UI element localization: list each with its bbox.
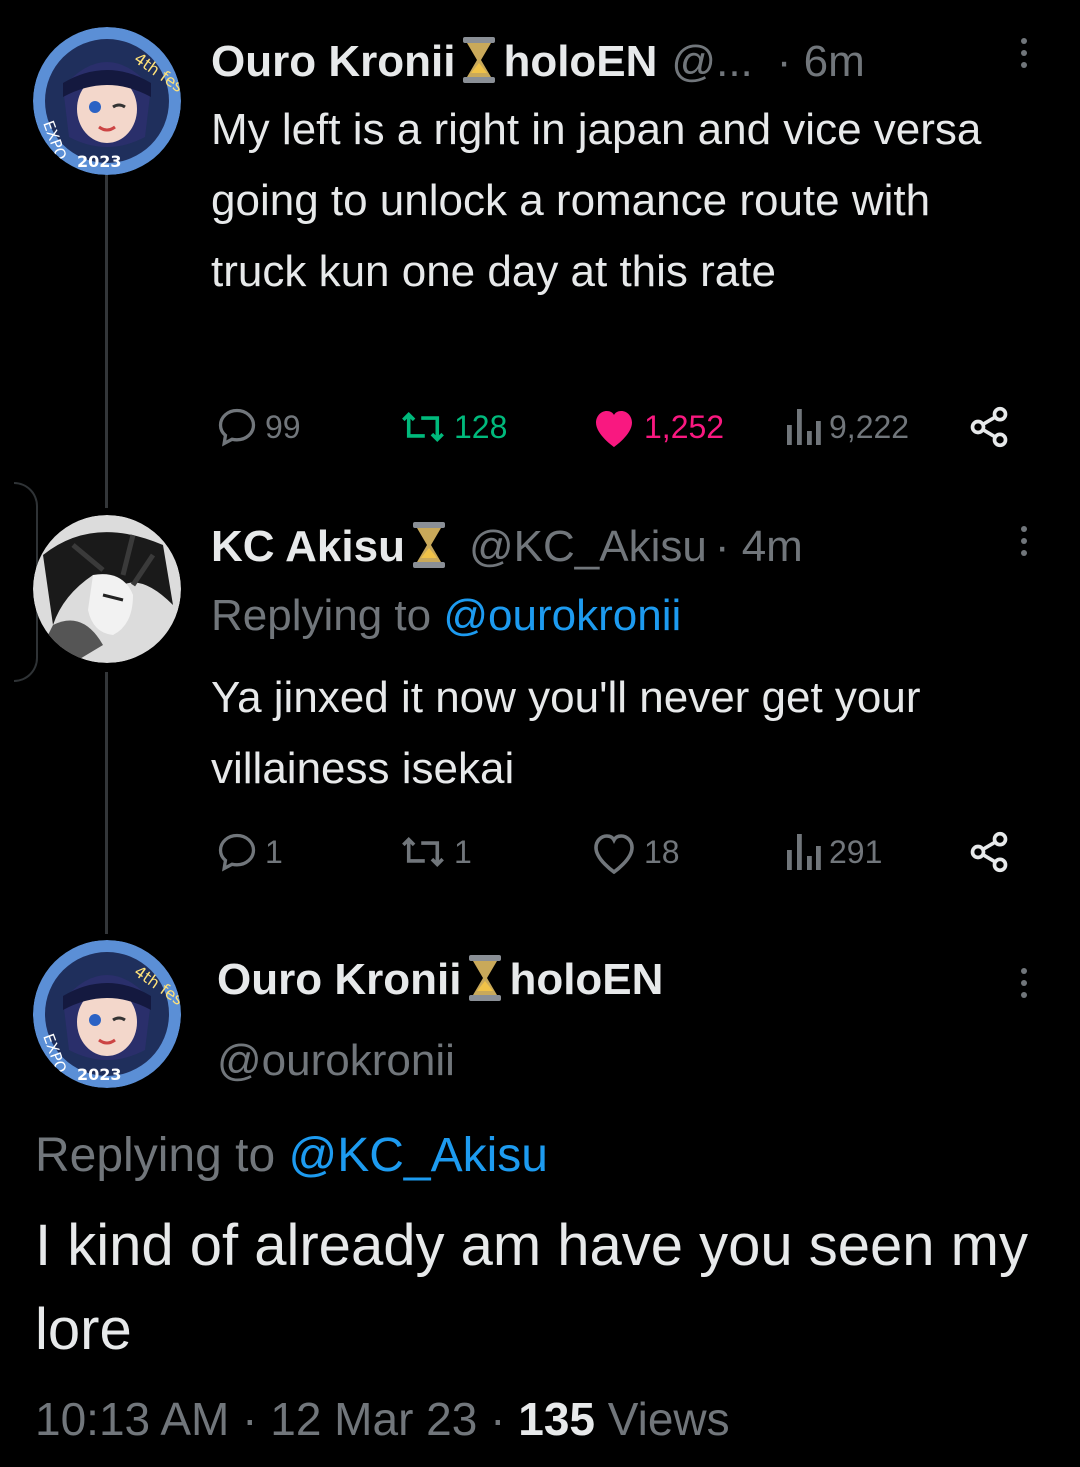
like-button[interactable]: 18 [590,830,680,874]
share-button[interactable] [967,405,1017,449]
svg-text:2023: 2023 [77,1065,122,1084]
heart-icon [594,834,634,874]
retweet-count: 128 [454,408,508,445]
replying-label: Replying to [35,1129,276,1182]
tweet1-text: My left is a right in japan and vice ver… [211,105,982,296]
tweet3-header: Ouro Kronii holoEN [217,950,663,1010]
tweet3-author-suffix[interactable]: holoEN [509,955,663,1005]
reply-count: 99 [265,408,301,445]
tweet2-author-name[interactable]: KC Akisu [211,522,405,572]
tweet3-author-name[interactable]: Ouro Kronii [217,955,461,1005]
thread-line-1 [105,168,108,508]
tweet2-time[interactable]: · 4m [715,522,803,572]
views-button[interactable]: 9,222 [783,405,909,449]
retweet-button[interactable]: 1 [398,830,472,874]
retweet-count: 1 [454,833,472,870]
tweet1-handle[interactable]: @... [671,37,752,87]
hourglass-icon [465,953,505,1008]
views-icon [787,409,821,445]
retweet-button[interactable]: 128 [398,405,507,449]
tweet3-text: I kind of already am have you seen my lo… [35,1213,1028,1362]
more-icon[interactable] [1014,38,1034,68]
views-label: Views [607,1393,730,1445]
more-icon[interactable] [1014,968,1034,998]
hourglass-icon [409,520,449,575]
like-button[interactable]: 1,252 [590,405,724,449]
tweet3-replying: Replying to @KC_Akisu [35,1128,548,1183]
svg-text:2023: 2023 [77,152,122,171]
tweet1-author-name[interactable]: Ouro Kronii [211,37,455,87]
retweet-icon [402,836,444,868]
avatar-kc-akisu[interactable] [33,515,181,663]
tweet-timestamp[interactable]: 10:13 AM · 12 Mar 23 · [35,1393,505,1445]
more-icon[interactable] [1014,526,1034,556]
tweet2-handle[interactable]: @KC_Akisu [469,522,707,572]
replying-to-link[interactable]: @KC_Akisu [288,1129,547,1182]
avatar-ouro-kronii[interactable]: 4th fes EXPO 2023 [33,940,181,1088]
like-count: 18 [644,833,680,870]
tweet2-replying: Replying to @ourokronii [211,591,681,641]
tweet2-actions: 1 1 18 291 [215,830,1025,880]
views-icon [787,834,821,870]
retweet-icon [402,411,444,443]
reply-button[interactable]: 1 [215,830,283,874]
replying-to-link[interactable]: @ourokronii [443,591,681,640]
reply-count: 1 [265,833,283,870]
replying-label: Replying to [211,591,432,640]
tweet1-time[interactable]: · 6m [777,37,865,87]
avatar-ouro-kronii[interactable]: 4th fes EXPO 2023 [33,27,181,175]
hourglass-icon [459,35,499,90]
tweet2-text: Ya jinxed it now you'll never get your v… [211,673,921,793]
views-count: 9,222 [829,408,910,445]
share-icon [970,831,1008,873]
views-button[interactable]: 291 [783,830,882,874]
reply-icon [218,833,256,872]
share-button[interactable] [967,830,1017,874]
reply-icon [218,408,256,447]
thread-line-2 [105,672,108,934]
share-icon [970,406,1008,448]
heart-icon [596,411,632,447]
tweet3-meta: 10:13 AM · 12 Mar 23 · 135 Views [35,1392,730,1446]
tweet1-header: Ouro Kronii holoEN @... · 6m [211,34,865,90]
tweet1-author-suffix[interactable]: holoEN [503,37,657,87]
reply-button[interactable]: 99 [215,405,301,449]
views-count: 135 [518,1393,595,1445]
tweet1-actions: 99 128 1,252 9,222 [215,405,1025,455]
like-count: 1,252 [644,408,725,445]
tweet2-header: KC Akisu @KC_Akisu · 4m [211,519,803,575]
views-count: 291 [829,833,883,870]
tweet3-handle[interactable]: @ourokronii [217,1036,455,1086]
